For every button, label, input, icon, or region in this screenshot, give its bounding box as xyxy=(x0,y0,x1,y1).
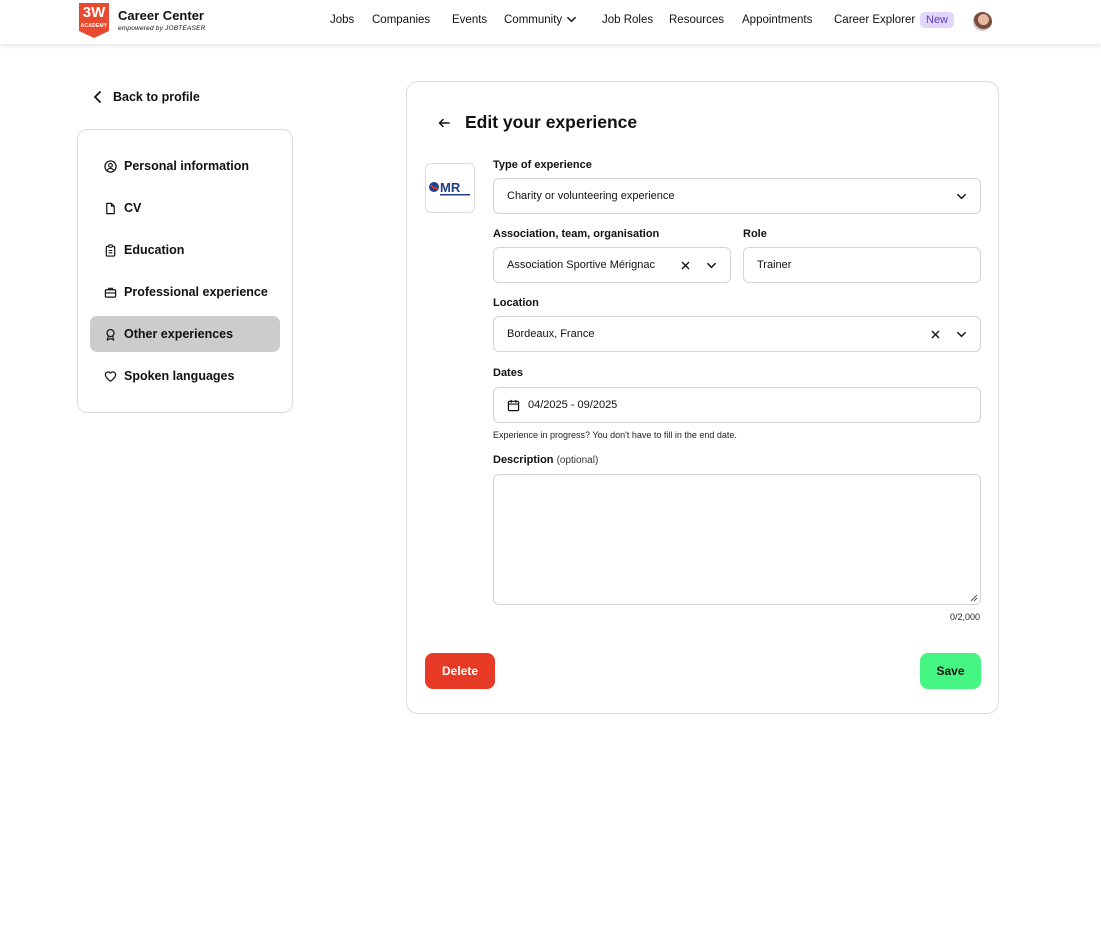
role-value: Trainer xyxy=(757,259,792,271)
logo-text: 3W xyxy=(82,4,106,21)
sidebar-item-label: Professional experience xyxy=(124,285,268,299)
edit-experience-card: Edit your experience MR Type of experien… xyxy=(406,81,999,714)
sidebar-item-education[interactable]: Education xyxy=(90,232,280,268)
organisation-logo: MR xyxy=(425,163,475,213)
brand-subtitle: empowered by JOBTEASER xyxy=(118,25,206,32)
new-badge: New xyxy=(920,12,955,28)
chevron-down-icon xyxy=(567,17,577,23)
nav-companies[interactable]: Companies xyxy=(372,14,430,26)
page-title: Edit your experience xyxy=(465,112,638,132)
file-icon xyxy=(106,202,115,214)
award-icon xyxy=(106,328,115,341)
location-label: Location xyxy=(493,297,539,309)
back-to-profile-link[interactable]: Back to profile xyxy=(93,90,200,104)
delete-button[interactable]: Delete xyxy=(425,653,495,689)
sidebar-item-cv[interactable]: CV xyxy=(90,190,280,226)
sidebar-item-other-experiences[interactable]: Other experiences xyxy=(90,316,280,352)
chevron-left-icon xyxy=(94,91,101,103)
nav-appointments[interactable]: Appointments xyxy=(742,14,812,26)
profile-sections-menu: Personal information CV Education Profes… xyxy=(77,129,293,413)
nav-community-label: Community xyxy=(504,14,563,26)
sidebar-item-spoken-languages[interactable]: Spoken languages xyxy=(90,358,280,394)
sidebar-item-label: Education xyxy=(124,243,185,257)
dates-label: Dates xyxy=(493,367,523,379)
description-label-text: Description xyxy=(493,454,554,466)
logo-subtext: ACADEMY xyxy=(80,23,108,29)
sidebar-item-label: Personal information xyxy=(124,159,250,173)
briefcase-icon xyxy=(104,287,117,298)
chevron-down-icon[interactable] xyxy=(950,185,972,207)
brand-title: Career Center xyxy=(118,8,204,23)
arrow-left-icon xyxy=(438,118,450,127)
sidebar-item-label: CV xyxy=(124,201,142,215)
org-logo-text: MR xyxy=(440,180,461,195)
nav-events[interactable]: Events xyxy=(452,14,487,26)
title-row: Edit your experience xyxy=(435,112,637,133)
role-label: Role xyxy=(743,228,767,240)
nav-career-explorer[interactable]: Career Explorer xyxy=(834,14,915,26)
location-value: Bordeaux, France xyxy=(507,328,595,340)
clear-location-button[interactable] xyxy=(924,323,946,345)
organisation-value: Association Sportive Mérignac xyxy=(507,259,655,271)
nav-community[interactable]: Community xyxy=(504,14,577,26)
chevron-down-icon[interactable] xyxy=(950,323,972,345)
organisation-select[interactable]: Association Sportive Mérignac xyxy=(493,247,731,283)
dates-input[interactable]: 04/2025 - 09/2025 xyxy=(493,387,981,423)
top-navbar: 3W ACADEMY Career Center empowered by JO… xyxy=(0,0,1101,44)
role-input[interactable]: Trainer xyxy=(743,247,981,283)
heart-icon xyxy=(104,370,117,382)
close-icon xyxy=(681,261,689,269)
dates-helper-text: Experience in progress? You don't have t… xyxy=(493,430,737,440)
sidebar-item-professional-experience[interactable]: Professional experience xyxy=(90,274,280,310)
close-icon xyxy=(931,330,939,338)
sidebar-item-label: Other experiences xyxy=(124,327,234,341)
description-label: Description (optional) xyxy=(493,454,598,466)
optional-tag: (optional) xyxy=(556,455,599,466)
user-circle-icon xyxy=(104,159,117,173)
save-button[interactable]: Save xyxy=(920,653,981,689)
dates-value: 04/2025 - 09/2025 xyxy=(528,399,618,411)
type-of-experience-select[interactable]: Charity or volunteering experience xyxy=(493,178,981,214)
sidebar-item-personal-information[interactable]: Personal information xyxy=(90,148,280,184)
calendar-icon xyxy=(507,399,520,411)
back-arrow-button[interactable] xyxy=(435,114,453,132)
character-counter: 0/2,000 xyxy=(949,612,980,622)
chevron-down-icon[interactable] xyxy=(700,254,722,276)
back-to-profile-label: Back to profile xyxy=(113,90,200,104)
nav-jobs[interactable]: Jobs xyxy=(330,14,354,26)
brand-logo[interactable]: 3W ACADEMY xyxy=(79,3,109,38)
clear-organisation-button[interactable] xyxy=(674,254,696,276)
type-label: Type of experience xyxy=(493,159,592,171)
location-select[interactable]: Bordeaux, France xyxy=(493,316,981,352)
nav-job-roles[interactable]: Job Roles xyxy=(602,14,653,26)
nav-resources[interactable]: Resources xyxy=(669,14,724,26)
clipboard-icon xyxy=(105,243,116,257)
type-value: Charity or volunteering experience xyxy=(507,190,675,202)
sidebar-item-label: Spoken languages xyxy=(124,369,235,383)
description-textarea[interactable] xyxy=(493,474,981,605)
resize-handle-icon[interactable] xyxy=(970,594,978,602)
organisation-label: Association, team, organisation xyxy=(493,228,660,240)
user-avatar[interactable] xyxy=(973,12,992,31)
